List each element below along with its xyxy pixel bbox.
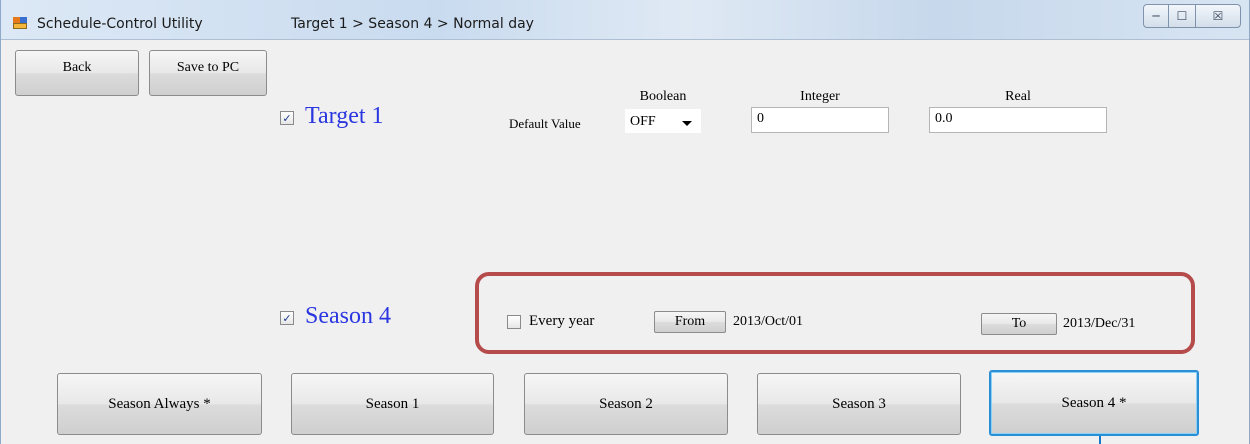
season-checkbox[interactable]: ✓ <box>280 311 294 325</box>
boolean-select[interactable]: OFF <box>625 109 701 133</box>
target-checkbox[interactable]: ✓ <box>280 111 294 125</box>
focus-connector <box>1099 436 1101 444</box>
every-year-checkbox[interactable] <box>507 315 521 329</box>
close-button[interactable]: ☒ <box>1195 4 1241 28</box>
from-date: 2013/Oct/01 <box>733 314 803 329</box>
from-button[interactable]: From <box>654 311 726 333</box>
real-header: Real <box>1005 89 1031 104</box>
integer-header: Integer <box>800 89 840 104</box>
chevron-down-icon <box>682 121 692 126</box>
integer-input[interactable]: 0 <box>751 107 889 133</box>
window-controls: ─ ☐ ☒ <box>1143 4 1241 28</box>
window-title: Schedule-Control Utility <box>37 16 203 32</box>
season-4-button[interactable]: Season 4 * <box>989 370 1199 436</box>
default-value-label: Default Value <box>509 116 581 131</box>
maximize-button[interactable]: ☐ <box>1169 4 1195 28</box>
real-input[interactable]: 0.0 <box>929 107 1107 133</box>
to-button[interactable]: To <box>981 313 1057 335</box>
app-icon <box>13 17 27 29</box>
to-date: 2013/Dec/31 <box>1063 316 1136 331</box>
boolean-value: OFF <box>630 114 656 129</box>
back-button[interactable]: Back <box>15 50 139 96</box>
season-1-button[interactable]: Season 1 <box>291 373 494 435</box>
checkmark-icon: ✓ <box>282 311 292 325</box>
checkmark-icon: ✓ <box>282 111 292 125</box>
every-year-label: Every year <box>529 313 595 329</box>
breadcrumb: Target 1 > Season 4 > Normal day <box>291 16 534 32</box>
app-window: Schedule-Control Utility Target 1 > Seas… <box>0 0 1250 444</box>
boolean-header: Boolean <box>639 89 687 104</box>
season-2-button[interactable]: Season 2 <box>524 373 728 435</box>
save-to-pc-button[interactable]: Save to PC <box>149 50 267 96</box>
target-label: Target 1 <box>305 103 384 129</box>
season-3-button[interactable]: Season 3 <box>757 373 961 435</box>
season-always-button[interactable]: Season Always * <box>57 373 262 435</box>
title-bar[interactable]: Schedule-Control Utility Target 1 > Seas… <box>1 0 1249 40</box>
season-label: Season 4 <box>305 303 391 329</box>
minimize-button[interactable]: ─ <box>1143 4 1169 28</box>
